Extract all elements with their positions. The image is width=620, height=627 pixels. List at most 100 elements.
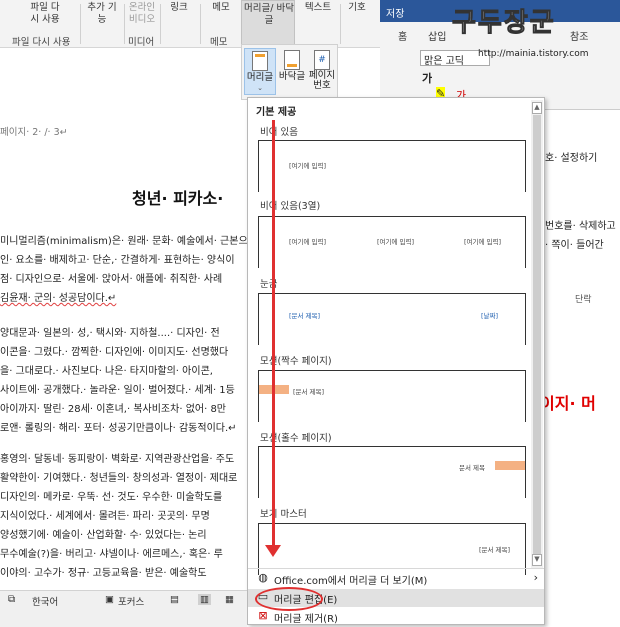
globe-icon: ◍ — [258, 571, 268, 584]
ribbon-divider — [80, 4, 81, 44]
placeholder-text: [여기에 입력] — [464, 238, 502, 246]
header-template-blank[interactable]: [여기에 입력] — [258, 140, 526, 192]
header-gallery-dropdown[interactable]: 기본 제공 비어 있음 [여기에 입력] 비어 있음(3열) [여기에 입력] … — [247, 97, 545, 625]
watermark-url: http://mainia.tistory.com — [478, 49, 589, 59]
menu-divider — [248, 568, 544, 569]
placeholder-text: [문서 제목] — [479, 546, 511, 554]
footer-icon — [284, 50, 300, 70]
ribbon-divider — [160, 4, 161, 44]
doc-line: 아이까지· 딸린· 28세· 이혼녀,· 복사비조차· 없어· 8만 — [0, 404, 227, 415]
focus-mode-icon[interactable]: ▣ — [105, 594, 114, 605]
gallery-section-label: 비어 있음(3열) — [260, 201, 321, 212]
page-number-button[interactable]: # 페이지 번호 — [306, 48, 338, 91]
read-mode-icon[interactable]: ▤ — [170, 594, 179, 605]
gallery-section-label: 비어 있음 — [260, 127, 298, 138]
footer-button[interactable]: 바닥글 — [276, 48, 308, 82]
doc-line: 을· 그대로다.· 사진보다· 나은· 타지마할의· 아이콘, — [0, 366, 213, 377]
header-footer-subgroup: 머리글 ⌄ 바닥글 # 페이지 번호 — [241, 44, 338, 100]
text-button[interactable]: 텍스트 — [298, 2, 338, 14]
annotation-arrow-head — [265, 545, 281, 557]
more-headers-online-item[interactable]: ◍ Office.com에서 머리글 더 보기(M) › — [248, 570, 544, 588]
right-doc-line: · 쪽이· 들어간 — [545, 240, 604, 251]
add-ins-button[interactable]: 추가 기 능 — [82, 2, 122, 26]
document-page[interactable]: 페이지· 2· /· 3↵ 청년· 피카소· 미니멀리즘(minimalism)… — [0, 100, 250, 590]
placeholder-text: [여기에 입력] — [289, 162, 327, 170]
right-doc-line: 번호를· 삭제하고 — [545, 221, 616, 232]
link-label: 링크 — [170, 2, 188, 13]
header-template-blank-3col[interactable]: [여기에 입력] [여기에 입력] [여기에 입력] — [258, 216, 526, 268]
print-layout-icon[interactable]: ▥ — [198, 594, 211, 605]
link-button[interactable]: 링크 — [164, 2, 194, 14]
header-template-motion-even[interactable]: [문서 제목] — [258, 370, 526, 422]
placeholder-text: 문서 제목 — [459, 464, 485, 472]
doc-line: 로앤· 롤링의· 해리· 포터· 성공기만큼이나· 감동적이다.↵ — [0, 423, 237, 434]
group-label-memo: 메모 — [210, 37, 228, 48]
placeholder-text: [문서 제목] — [293, 388, 325, 396]
doc-line: 활약한이· 기여했다.· 청년들의· 창의성과· 열정이· 제대로 — [0, 473, 238, 484]
doc-line: 무수예술(?)을· 버리고· 샤넬이나· 에르메스,· 혹은· 루 — [0, 549, 223, 560]
memo-button[interactable]: 메모 — [206, 2, 236, 14]
motion-swatch — [495, 461, 525, 470]
gallery-scrollbar[interactable]: ▲ ▼ — [531, 100, 543, 568]
header-footer-group-button[interactable]: 머리글/ 바닥글 — [241, 0, 295, 48]
right-red-heading: 이지· 머 — [540, 394, 596, 413]
tab-references[interactable]: 참조 — [570, 28, 588, 43]
scroll-up-icon[interactable]: ▲ — [532, 102, 542, 114]
menu-item-label: 머리글 제거(R) — [274, 614, 338, 625]
bold-icon[interactable]: 가 — [422, 70, 432, 86]
doc-line: 디자인의· 메카로· 우뚝· 선· 것도· 우수한· 미술학도를 — [0, 492, 223, 503]
doc-line: 인· 요소를· 배제하고· 단순,· 간결하게· 표현하는· 양식이 — [0, 255, 235, 266]
header-template-motion-odd[interactable]: 문서 제목 — [258, 446, 526, 498]
placeholder-text: [날짜] — [481, 312, 499, 320]
doc-line: 점· 디자인으로· 서울에· 앉아서· 애플에· 취직한· 사례 — [0, 274, 223, 285]
web-layout-icon[interactable]: ▦ — [225, 594, 234, 605]
header-icon — [252, 51, 268, 71]
group-label-reuse: 파일 다시 사용 — [12, 37, 71, 48]
gallery-section-label: 보기 마스터 — [260, 509, 307, 520]
online-video-button[interactable]: 온라인 비디오 — [124, 2, 160, 26]
proofing-icon[interactable]: ⧉ — [8, 594, 15, 605]
remove-header-icon: ⊠ — [258, 609, 268, 622]
placeholder-text: [여기에 입력] — [289, 238, 327, 246]
ribbon-insert: 파일 다 시 사용 파일 다시 사용 추가 기 능 온라인 비디오 미디어 링크… — [0, 0, 390, 48]
footer-button-label: 바닥글 — [278, 71, 306, 82]
scroll-down-icon[interactable]: ▼ — [532, 554, 542, 566]
annotation-circle — [255, 587, 323, 611]
menu-item-label: Office.com에서 머리글 더 보기(M) — [274, 576, 428, 587]
watermark-text: 구두장군 — [452, 8, 556, 39]
placeholder-text: [문서 제목] — [289, 312, 321, 320]
reuse-files-button[interactable]: 파일 다 시 사용 — [20, 2, 70, 26]
font-name-value: 맑은 고딕 — [424, 56, 464, 67]
status-bar: ⧉ 한국어 ▣ 포커스 ▤ ▥ ▦ — [0, 590, 247, 627]
document-title: 청년· 피카소· — [132, 189, 224, 208]
tab-home[interactable]: 홈 — [398, 28, 407, 43]
doc-line: 사이트에· 공개했다.· 놀라운· 일이· 벌어졌다.· 세계· 1등 — [0, 385, 235, 396]
gallery-header: 기본 제공 — [256, 107, 297, 118]
doc-line: 이콘을· 그렸다.· 깜찍한· 디자인에· 이미지도· 선명했다 — [0, 347, 229, 358]
focus-mode-label[interactable]: 포커스 — [118, 594, 144, 608]
text-label: 텍스트 — [304, 2, 332, 13]
symbol-button[interactable]: 기호 — [342, 2, 372, 14]
gallery-section-label: 모션(짝수 페이지) — [260, 356, 332, 367]
tab-insert[interactable]: 삽입 — [428, 28, 446, 43]
header-footer-label: 머리글/ 바닥글 — [244, 3, 294, 26]
add-ins-label: 추가 기 능 — [87, 2, 117, 25]
header-button[interactable]: 머리글 ⌄ — [244, 48, 276, 95]
doc-line: 양대문과· 일본의· 성,· 택시와· 지하철....· 디자인· 전 — [0, 328, 220, 339]
page-info: 페이지· 2· /· 3↵ — [0, 127, 68, 138]
group-label-media: 미디어 — [128, 37, 155, 48]
chevron-down-icon: ⌄ — [257, 84, 263, 92]
chevron-right-icon: › — [533, 571, 538, 584]
doc-line: 미니멀리즘(minimalism)은· 원래· 문화· 예술에서· 근본으 — [0, 236, 248, 247]
doc-line: 이야의· 고수가· 정규· 고등교육을· 받은· 예술학도 — [0, 568, 207, 579]
doc-line: 김윤재· 군의· 성공담이다.↵ — [0, 293, 117, 304]
page-number-button-label: 페이지 번호 — [308, 70, 336, 91]
header-template-grid[interactable]: [문서 제목] [날짜] — [258, 293, 526, 345]
language-status[interactable]: 한국어 — [32, 594, 58, 608]
symbol-label: 기호 — [348, 2, 366, 13]
header-button-label: 머리글 — [246, 72, 274, 83]
paragraph-group-label: 단락 — [575, 295, 592, 305]
scroll-thumb[interactable] — [533, 115, 541, 555]
ribbon-divider — [200, 4, 201, 44]
online-video-label: 온라인 비디오 — [128, 2, 156, 25]
